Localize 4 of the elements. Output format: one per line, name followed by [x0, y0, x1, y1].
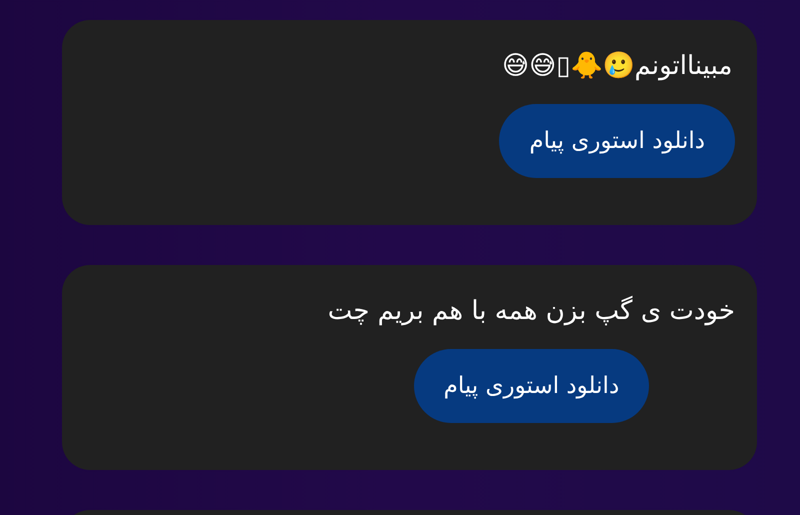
message-text: خودت ی گپ بزن همه با هم بریم چت	[328, 295, 735, 327]
download-story-button[interactable]: دانلود استوری پیام	[414, 349, 650, 423]
message-text: مبینااتونم🥲🐥▯😅😅	[502, 50, 732, 82]
download-story-button[interactable]: دانلود استوری پیام	[499, 104, 735, 178]
